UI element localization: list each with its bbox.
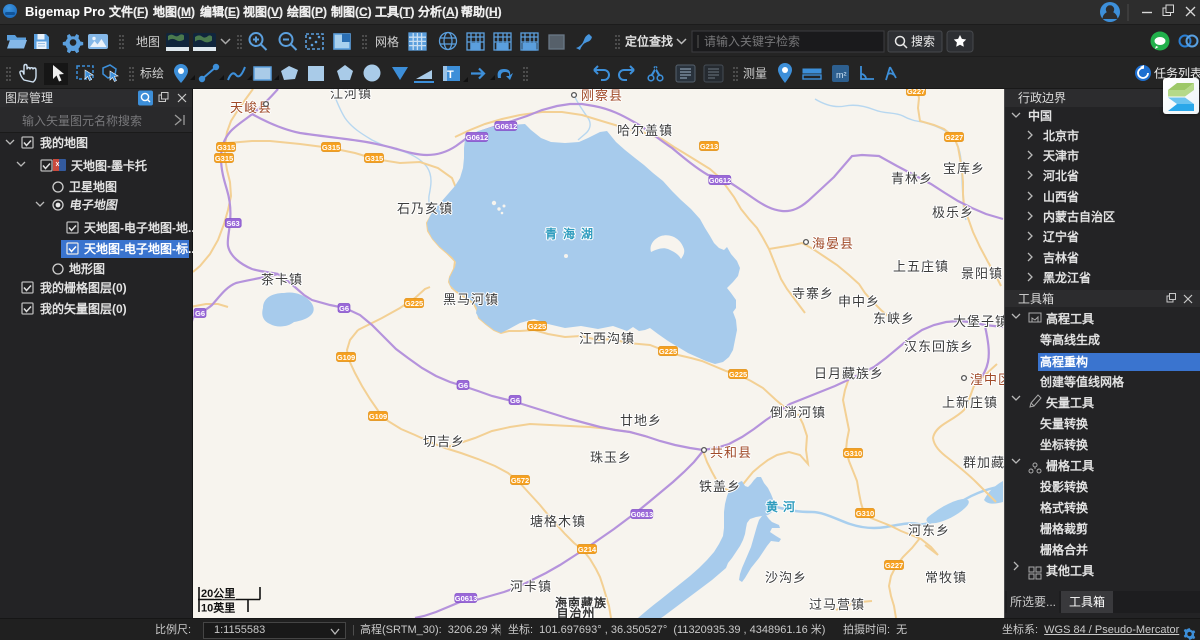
svg-text:内蒙古自治区: 内蒙古自治区 bbox=[1043, 209, 1115, 224]
svg-text:网格: 网格 bbox=[375, 34, 399, 49]
svg-text:其他工具: 其他工具 bbox=[1046, 563, 1094, 578]
svg-text:电子地图: 电子地图 bbox=[68, 197, 119, 212]
svg-text:坐标转换: 坐标转换 bbox=[1040, 437, 1089, 452]
svg-text:中国: 中国 bbox=[1028, 108, 1052, 123]
svg-text:天津市: 天津市 bbox=[1043, 148, 1079, 163]
svg-text:投影转换: 投影转换 bbox=[1040, 479, 1089, 494]
svg-text:矢量工具: 矢量工具 bbox=[1046, 395, 1094, 410]
svg-text:栅格合并: 栅格合并 bbox=[1040, 542, 1088, 557]
svg-text:等高线生成: 等高线生成 bbox=[1039, 332, 1100, 347]
svg-text:m²: m² bbox=[836, 70, 847, 80]
svg-text:我的地图: 我的地图 bbox=[40, 135, 88, 150]
svg-text:定位查找: 定位查找 bbox=[625, 34, 673, 49]
svg-text:标绘: 标绘 bbox=[140, 66, 164, 81]
svg-text:卫星地图: 卫星地图 bbox=[69, 179, 117, 194]
svg-text:辽宁省: 辽宁省 bbox=[1043, 229, 1079, 244]
svg-text:天地图-电子地图-标...: 天地图-电子地图-标... bbox=[84, 241, 193, 256]
svg-text:北京市: 北京市 bbox=[1043, 128, 1079, 143]
svg-text:山西省: 山西省 bbox=[1043, 189, 1079, 204]
svg-text:测量: 测量 bbox=[743, 67, 767, 81]
svg-text:高程重构: 高程重构 bbox=[1040, 354, 1088, 369]
svg-text:栅格工具: 栅格工具 bbox=[1046, 458, 1094, 473]
svg-text:我的矢量图层(0): 我的矢量图层(0) bbox=[40, 301, 127, 316]
svg-text:地形图: 地形图 bbox=[69, 261, 105, 276]
svg-text:吉林省: 吉林省 bbox=[1043, 250, 1079, 265]
svg-text:天地图-电子地图-地...: 天地图-电子地图-地... bbox=[84, 220, 193, 235]
svg-text:创建等值线网格: 创建等值线网格 bbox=[1039, 374, 1125, 389]
svg-text:矢量转换: 矢量转换 bbox=[1040, 416, 1089, 431]
svg-text:高程工具: 高程工具 bbox=[1046, 311, 1094, 326]
svg-text:天地图-墨卡托: 天地图-墨卡托 bbox=[71, 158, 147, 173]
svg-text:地图: 地图 bbox=[136, 35, 160, 49]
svg-text:栅格裁剪: 栅格裁剪 bbox=[1040, 521, 1088, 536]
svg-text:格式转换: 格式转换 bbox=[1040, 500, 1089, 515]
svg-text:请输入关键字检索: 请输入关键字检索 bbox=[704, 34, 800, 49]
svg-text:我的栅格图层(0): 我的栅格图层(0) bbox=[40, 280, 127, 295]
svg-text:T: T bbox=[447, 69, 454, 81]
svg-text:河北省: 河北省 bbox=[1042, 168, 1079, 183]
svg-text:搜索: 搜索 bbox=[911, 34, 935, 49]
svg-text:黑龙江省: 黑龙江省 bbox=[1043, 270, 1091, 285]
